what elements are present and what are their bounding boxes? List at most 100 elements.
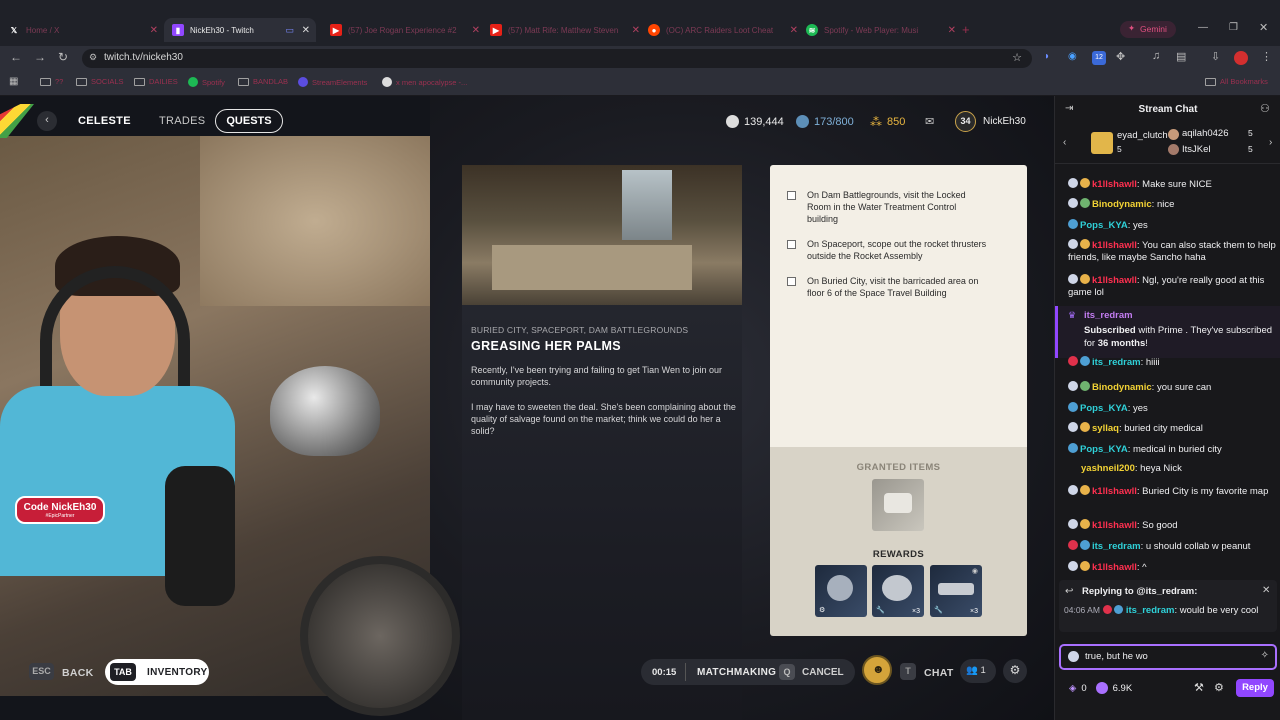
menu-kebab-icon[interactable]: ⋮ xyxy=(1261,50,1272,63)
backpack-icon xyxy=(796,115,809,128)
chat-username[interactable]: yashneil200 xyxy=(1081,463,1135,474)
nav-celeste[interactable]: CELESTE xyxy=(78,115,131,127)
gifter-name[interactable]: eyad_clutch xyxy=(1117,130,1168,141)
divider xyxy=(685,663,686,681)
reward-item[interactable]: ◉ 🔧 ×3 xyxy=(930,565,982,617)
chat-username[interactable]: Pops_KYA xyxy=(1080,444,1128,455)
gifter-name[interactable]: aqilah0426 xyxy=(1182,128,1229,139)
puzzle-icon[interactable]: ✥ xyxy=(1116,50,1125,63)
chat-username[interactable]: Pops_KYA xyxy=(1080,220,1128,231)
tab-label: (OC) ARC Raiders Loot Cheat xyxy=(666,25,774,35)
gemini-icon: ✦ xyxy=(1128,23,1136,33)
chat-username[interactable]: its_redram xyxy=(1092,541,1141,552)
chat-input-value: true, but he wo xyxy=(1085,651,1148,662)
matchmaking-timer: 00:15 xyxy=(652,667,677,678)
bookmark-link[interactable]: StreamElements xyxy=(298,77,367,87)
close-tab-icon[interactable]: ✕ xyxy=(790,25,798,36)
tab-twitch[interactable]: ▮ NickEh30 - Twitch ▭ ✕ xyxy=(164,18,316,42)
reward-item[interactable]: 🔧 ×3 xyxy=(872,565,924,617)
emote-picker-icon[interactable]: ✧ xyxy=(1261,650,1269,661)
nav-quests[interactable]: QUESTS xyxy=(215,109,283,133)
downloads-icon[interactable]: ⇩ xyxy=(1211,50,1220,63)
close-tab-icon[interactable]: ✕ xyxy=(472,25,480,36)
tab-spotify[interactable]: ≋ Spotify - Web Player: Musi ✕ xyxy=(806,18,956,42)
chat-username[interactable]: k1llshawll xyxy=(1092,562,1137,573)
url-bar[interactable]: ⚙ twitch.tv/nickeh30 ☆ xyxy=(82,49,1032,68)
reload-icon[interactable]: ↻ xyxy=(58,50,68,64)
chevron-right-icon[interactable]: › xyxy=(1269,137,1272,148)
game-settings-gear-icon[interactable]: ⚙ xyxy=(1003,659,1027,683)
chat-username[interactable]: syllaq xyxy=(1092,423,1119,434)
stream-video[interactable]: Code NickEh30 #EpicPartner ‹ CELESTE TRA… xyxy=(0,96,1054,720)
party-button[interactable]: 👥 1 xyxy=(960,659,996,683)
chat-username[interactable]: Binodynamic xyxy=(1092,199,1152,210)
reply-username[interactable]: its_redram xyxy=(1126,605,1175,616)
mod-tools-icon[interactable]: ⚒ xyxy=(1194,681,1204,694)
close-tab-icon[interactable]: ✕ xyxy=(948,25,956,36)
cancel-matchmaking-button[interactable]: CANCEL xyxy=(802,667,844,678)
profile-avatar[interactable] xyxy=(1234,51,1248,65)
chat-username[interactable]: k1llshawll xyxy=(1092,486,1137,497)
nav-trades[interactable]: TRADES xyxy=(159,115,205,127)
bookmark-link[interactable]: x men apocalypse -... xyxy=(382,77,467,87)
granted-item[interactable] xyxy=(872,479,924,531)
game-chat-button[interactable]: CHAT xyxy=(924,667,954,679)
tab-reddit[interactable]: ● (OC) ARC Raiders Loot Cheat ✕ xyxy=(648,18,798,42)
maximize-icon[interactable]: ❐ xyxy=(1229,22,1238,33)
bookmark-folder[interactable]: DAILIES xyxy=(134,77,178,86)
subscription-notice: ♛ its_redram Subscribed with Prime . The… xyxy=(1055,306,1280,358)
bookmark-folder[interactable]: ?? xyxy=(40,77,63,86)
tab-youtube-rife[interactable]: ▶ (57) Matt Rife: Matthew Steven ✕ xyxy=(490,18,640,42)
back-button[interactable]: BACK xyxy=(62,667,94,679)
mail-icon[interactable]: ✉ xyxy=(925,115,934,128)
gifter-count: 5 xyxy=(1248,128,1253,138)
inventory-button[interactable]: TAB INVENTORY xyxy=(105,659,209,685)
subscriber-name[interactable]: its_redram xyxy=(1084,310,1133,321)
chat-username[interactable]: Pops_KYA xyxy=(1080,403,1128,414)
coins-value: 139,444 xyxy=(744,115,784,128)
users-icon[interactable]: ⚇ xyxy=(1260,102,1270,115)
gemini-button[interactable]: ✦ Gemini xyxy=(1120,21,1176,38)
back-arrow-icon[interactable]: ← xyxy=(10,50,22,64)
bookmark-star-icon[interactable]: ☆ xyxy=(1012,51,1022,64)
reward-item[interactable]: ⚙ xyxy=(815,565,867,617)
gifter-name[interactable]: ItsJKel xyxy=(1182,144,1211,155)
chat-username[interactable]: k1llshawll xyxy=(1092,275,1137,286)
tab-youtube-rogan[interactable]: ▶ (57) Joe Rogan Experience #2 ✕ xyxy=(330,18,480,42)
chat-username[interactable]: k1llshawll xyxy=(1092,240,1137,251)
bookmark-link[interactable]: Spotify xyxy=(188,77,225,87)
chat-username[interactable]: k1llshawll xyxy=(1092,179,1137,190)
minimize-icon[interactable]: — xyxy=(1198,22,1208,33)
close-tab-icon[interactable]: ✕ xyxy=(150,25,158,36)
player-name[interactable]: NickEh30 xyxy=(983,116,1026,127)
close-tab-icon[interactable]: ✕ xyxy=(632,25,640,36)
back-chevron-icon[interactable]: ‹ xyxy=(37,111,57,131)
chevron-left-icon[interactable]: ‹ xyxy=(1063,137,1066,148)
sidebar-icon[interactable]: ▤ xyxy=(1176,50,1186,63)
badge-icon xyxy=(1080,274,1090,284)
extension-badge-icon[interactable]: 12 xyxy=(1092,51,1106,65)
forward-arrow-icon[interactable]: → xyxy=(34,50,46,64)
close-tab-icon[interactable]: ✕ xyxy=(302,25,310,36)
ready-up-button[interactable]: ☻ xyxy=(862,655,892,685)
chat-settings-gear-icon[interactable]: ⚙ xyxy=(1214,681,1224,694)
close-reply-icon[interactable]: ✕ xyxy=(1262,585,1270,596)
tab-x[interactable]: 𝕏 Home / X ✕ xyxy=(8,18,158,42)
apps-grid-icon[interactable]: ▦ xyxy=(9,76,18,87)
all-bookmarks[interactable]: All Bookmarks xyxy=(1205,77,1268,86)
media-icon[interactable]: ♫ xyxy=(1152,50,1160,62)
bookmark-folder[interactable]: SOCIALS xyxy=(76,77,124,86)
site-info-icon[interactable]: ⚙ xyxy=(89,52,97,63)
chat-username[interactable]: its_redram xyxy=(1092,357,1141,368)
reply-send-button[interactable]: Reply xyxy=(1236,679,1274,697)
extension-icon[interactable]: ◉ xyxy=(1068,51,1077,62)
esc-key: ESC xyxy=(29,663,54,680)
audio-extension-icon[interactable]: ◗ xyxy=(1044,51,1050,62)
window-close-icon[interactable]: ✕ xyxy=(1259,21,1268,34)
channel-points[interactable]: ◈ 0 6.9K xyxy=(1069,682,1132,694)
chat-username[interactable]: Binodynamic xyxy=(1092,382,1152,393)
new-tab-icon[interactable]: + xyxy=(962,22,970,37)
chat-input[interactable]: true, but he wo ✧ xyxy=(1059,644,1277,670)
bookmark-folder[interactable]: BANDLAB xyxy=(238,77,288,86)
chat-username[interactable]: k1llshawll xyxy=(1092,520,1137,531)
